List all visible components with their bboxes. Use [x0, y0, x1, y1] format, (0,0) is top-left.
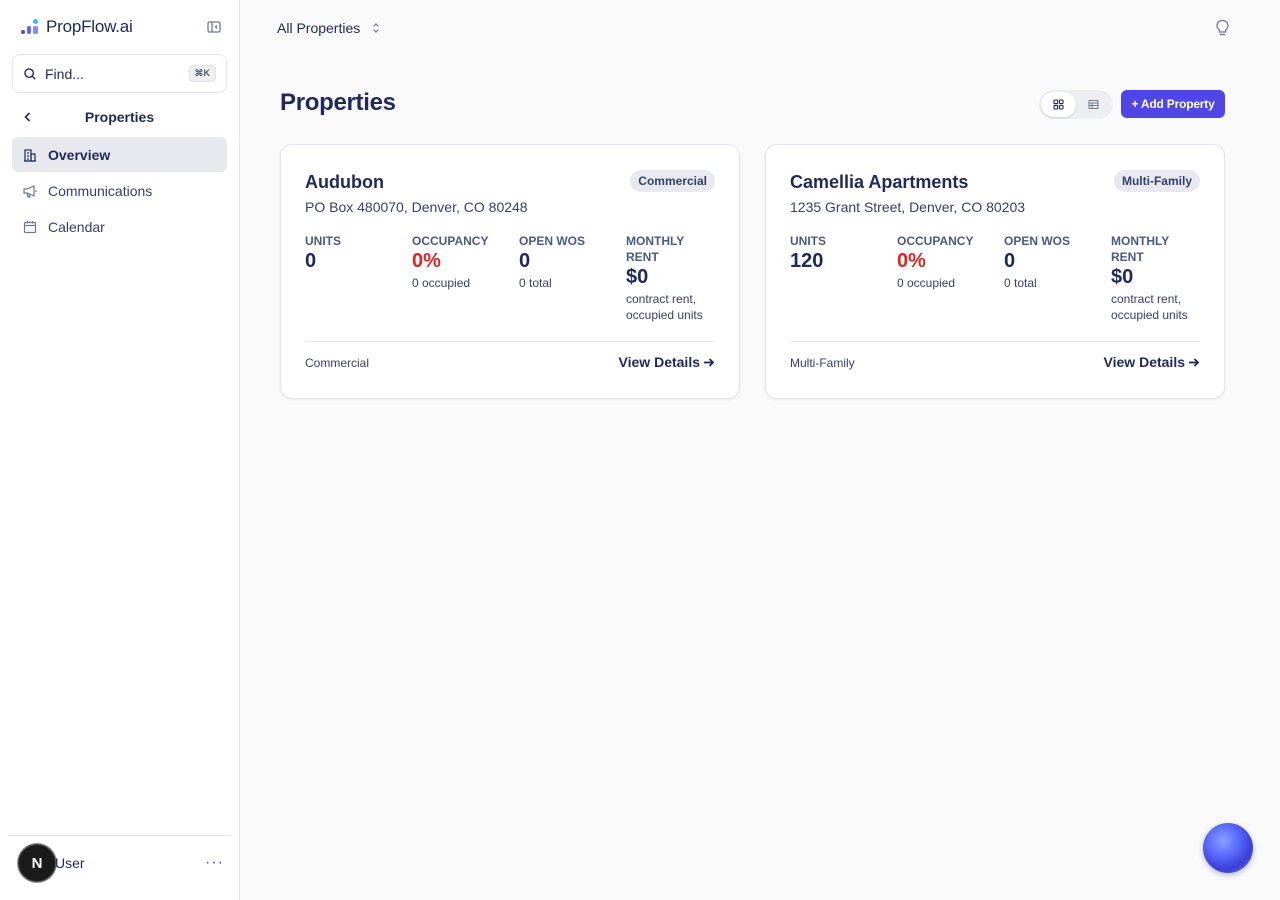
- search-shortcut-badge: ⌘K: [188, 65, 216, 82]
- grid-icon: [1053, 99, 1064, 110]
- grid-view-button[interactable]: [1041, 92, 1076, 117]
- nav-header: Properties: [12, 104, 227, 130]
- card-divider: [305, 341, 715, 342]
- propflow-logo-icon: [20, 17, 40, 37]
- property-card-audubon[interactable]: Audubon PO Box 480070, Denver, CO 80248 …: [280, 144, 740, 399]
- stat-label: MONTHLY RENT: [1111, 234, 1170, 264]
- table-view-button[interactable]: [1076, 92, 1111, 117]
- stat-label: OPEN WOS: [519, 234, 586, 248]
- sidebar-item-overview[interactable]: Overview: [12, 137, 227, 172]
- building-icon: [24, 148, 36, 162]
- view-details-label: View Details: [618, 354, 700, 370]
- stat-monthly-rent: MONTHLY RENT $0 contract rent, occupied …: [1111, 233, 1202, 323]
- stat-sub: 0 total: [1004, 276, 1037, 290]
- property-type-label: Multi-Family: [790, 356, 855, 370]
- view-details-label: View Details: [1103, 354, 1185, 370]
- sidebar-item-label: Calendar: [48, 218, 105, 235]
- stat-value: 0: [519, 250, 531, 272]
- add-property-button[interactable]: + Add Property: [1121, 90, 1225, 118]
- view-details-link[interactable]: View Details: [1104, 354, 1200, 370]
- sidebar: PropFlow.ai ⌘K Properties Overview: [0, 0, 240, 900]
- stat-monthly-rent: MONTHLY RENT $0 contract rent, occupied …: [626, 233, 717, 323]
- nav-list: Overview Communications Calendar: [12, 137, 227, 245]
- more-options-icon[interactable]: ···: [205, 854, 224, 872]
- sidebar-collapse-icon[interactable]: [206, 19, 222, 35]
- stat-units: UNITS 0: [305, 233, 412, 323]
- stat-value: 0%: [897, 250, 926, 272]
- property-selector-label: All Properties: [277, 20, 361, 36]
- stat-value: 0: [1004, 250, 1016, 272]
- user-name: User: [55, 855, 85, 871]
- arrow-right-icon: [704, 357, 715, 367]
- search-icon: [24, 67, 36, 80]
- view-details-link[interactable]: View Details: [619, 354, 715, 370]
- sidebar-footer-divider: [8, 835, 231, 836]
- calendar-icon: [23, 220, 37, 233]
- stat-label: UNITS: [790, 234, 826, 248]
- nav-section-title: Properties: [84, 109, 155, 125]
- property-type-label: Commercial: [305, 356, 370, 370]
- ai-assistant-orb-button[interactable]: [1203, 823, 1253, 873]
- stat-open-wos: OPEN WOS 0 0 total: [519, 233, 626, 323]
- search-box[interactable]: ⌘K: [12, 54, 227, 93]
- stat-value: $0: [626, 266, 649, 288]
- property-name[interactable]: Camellia Apartments: [790, 172, 968, 193]
- stat-sub: contract rent, occupied units: [626, 292, 703, 322]
- sidebar-item-label: Overview: [48, 146, 111, 163]
- view-toggle: [1039, 90, 1113, 119]
- stat-occupancy: OCCUPANCY 0% 0 occupied: [412, 233, 519, 323]
- brand[interactable]: PropFlow.ai: [20, 16, 133, 38]
- stat-sub: 0 total: [519, 276, 552, 290]
- chevron-up-down-icon: [373, 23, 380, 33]
- sidebar-item-label: Communications: [48, 182, 153, 199]
- sidebar-item-communications[interactable]: Communications: [12, 173, 227, 208]
- stat-value: 0%: [412, 250, 441, 272]
- search-input[interactable]: [45, 65, 189, 82]
- stat-sub: contract rent, occupied units: [1111, 292, 1188, 322]
- back-chevron-icon[interactable]: [18, 107, 38, 127]
- stat-label: MONTHLY RENT: [626, 234, 685, 264]
- property-stats: UNITS 0 OCCUPANCY 0% 0 occupied OPEN WOS…: [305, 233, 717, 323]
- stat-sub: 0 occupied: [412, 276, 471, 290]
- sidebar-item-calendar[interactable]: Calendar: [12, 209, 227, 244]
- user-menu[interactable]: N User ···: [18, 843, 228, 883]
- megaphone-icon: [23, 184, 37, 198]
- table-icon: [1088, 100, 1099, 109]
- property-selector[interactable]: All Properties: [277, 18, 382, 38]
- stat-label: OCCUPANCY: [897, 234, 974, 248]
- card-divider: [790, 341, 1200, 342]
- property-type-badge: Commercial: [630, 170, 715, 192]
- property-card-camellia-apartments[interactable]: Camellia Apartments 1235 Grant Street, D…: [765, 144, 1225, 399]
- stat-label: OPEN WOS: [1004, 234, 1071, 248]
- property-name[interactable]: Audubon: [305, 172, 384, 193]
- brand-name: PropFlow.ai: [46, 17, 133, 36]
- page-title: Properties: [280, 89, 396, 116]
- property-address: PO Box 480070, Denver, CO 80248: [305, 199, 528, 215]
- property-type-badge: Multi-Family: [1113, 170, 1200, 192]
- lightbulb-icon[interactable]: [1214, 19, 1231, 37]
- stat-units: UNITS 120: [790, 233, 897, 323]
- stat-label: OCCUPANCY: [412, 234, 489, 248]
- stat-value: $0: [1111, 266, 1134, 288]
- stat-occupancy: OCCUPANCY 0% 0 occupied: [897, 233, 1004, 323]
- stat-value: 0: [305, 250, 317, 272]
- property-address: 1235 Grant Street, Denver, CO 80203: [790, 199, 1026, 215]
- stat-value: 120: [790, 250, 824, 272]
- arrow-right-icon: [1189, 357, 1200, 367]
- property-stats: UNITS 120 OCCUPANCY 0% 0 occupied OPEN W…: [790, 233, 1202, 323]
- stat-sub: 0 occupied: [897, 276, 956, 290]
- stat-open-wos: OPEN WOS 0 0 total: [1004, 233, 1111, 323]
- avatar[interactable]: N: [18, 844, 56, 882]
- stat-label: UNITS: [305, 234, 341, 248]
